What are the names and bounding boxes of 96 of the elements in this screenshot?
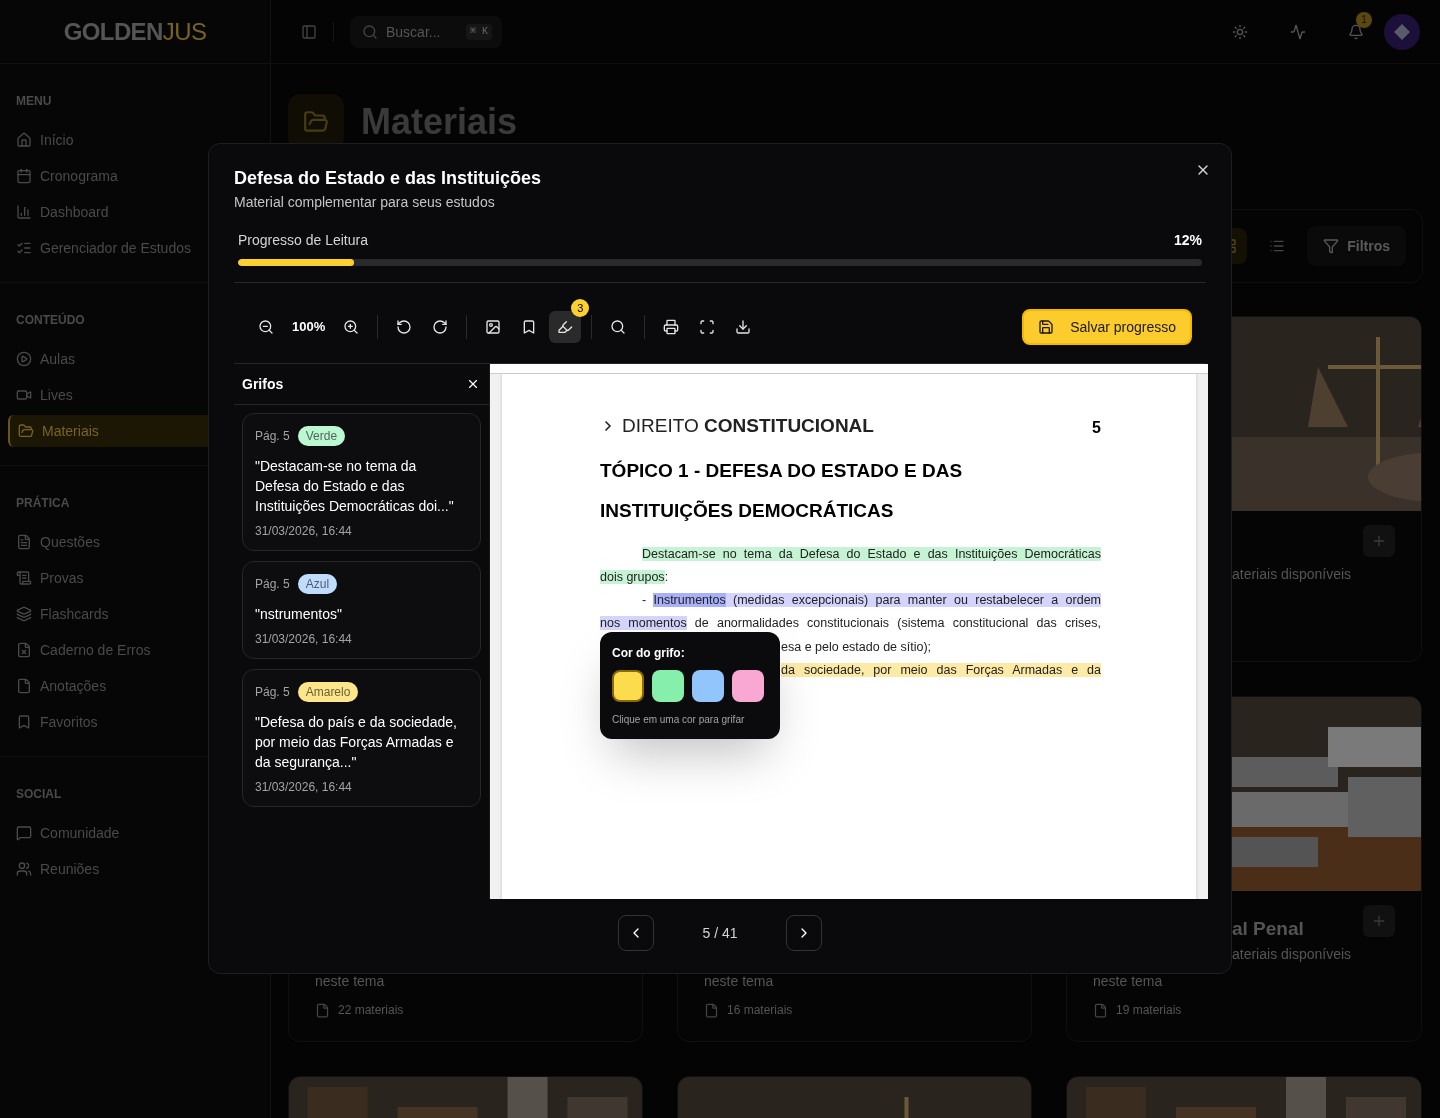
highlight-date: 31/03/2026, 16:44 bbox=[255, 523, 353, 540]
zoom-out-icon bbox=[258, 319, 274, 335]
color-tag: Amarelo bbox=[297, 682, 359, 702]
folder-icon bbox=[18, 423, 34, 439]
color-swatch[interactable] bbox=[612, 669, 644, 702]
material-count: 19 materiais bbox=[1116, 1002, 1182, 1019]
chat-icon bbox=[16, 825, 32, 841]
highlight-card[interactable]: Pág. 5 Azul "nstrumentos" 31/03/2026, 16:44 bbox=[242, 561, 481, 659]
logo: GOLDENJUS bbox=[63, 16, 207, 47]
color-swatch[interactable] bbox=[692, 669, 724, 702]
document-icon bbox=[16, 534, 32, 550]
bookmark-icon bbox=[16, 714, 32, 730]
page-indicator: 5 / 41 bbox=[702, 923, 738, 943]
document-text-line: esa e pelo estado de sítio); bbox=[781, 638, 933, 656]
search-icon bbox=[610, 319, 627, 335]
file-icon bbox=[16, 678, 32, 694]
home-icon bbox=[16, 132, 32, 148]
card-subtitle: neste tema bbox=[1093, 973, 1164, 989]
card-subtitle: ateriais disponíveis bbox=[1232, 945, 1353, 964]
section-label: CONTEÚDO bbox=[15, 311, 86, 329]
next-page-button[interactable] bbox=[785, 915, 822, 951]
download-icon bbox=[735, 319, 752, 335]
notification-count: 1 bbox=[1356, 11, 1372, 28]
list-icon bbox=[1269, 238, 1286, 254]
file-icon bbox=[315, 1002, 330, 1018]
avatar[interactable] bbox=[1384, 13, 1420, 50]
calendar-icon bbox=[16, 168, 32, 184]
activity-icon[interactable] bbox=[1290, 23, 1306, 40]
rotate-left-icon bbox=[396, 319, 413, 335]
dialog-subtitle: Material complementar para seus estudos bbox=[234, 193, 496, 212]
file-x-icon bbox=[16, 642, 32, 658]
fullscreen-icon bbox=[699, 319, 716, 335]
filter-icon bbox=[1323, 238, 1340, 254]
highlight-card[interactable]: Pág. 5 Amarelo "Defesa do país e da sociedade, por meio das Forças Armadas e da segurança..." 31/03/2026, 16:44 bbox=[242, 669, 481, 807]
section-header: DIREITO CONSTITUCIONAL bbox=[600, 412, 874, 441]
document-heading: TÓPICO 1 - DEFESA DO ESTADO E DAS bbox=[600, 458, 964, 483]
rotate-right-icon bbox=[432, 319, 449, 335]
nav-item[interactable]: Aulas bbox=[8, 343, 262, 375]
image-icon bbox=[485, 319, 502, 335]
save-progress-button[interactable]: Salvar progresso bbox=[1022, 309, 1192, 345]
card-subtitle: ateriais disponíveis bbox=[1232, 565, 1353, 584]
highlight-quote: "Destacam-se no tema da Defesa do Estado e das Instituições Democráticas doi..." bbox=[255, 457, 455, 516]
zoom-in-icon bbox=[343, 319, 360, 335]
page-label: Pág. 5 bbox=[255, 684, 290, 701]
color-swatch[interactable] bbox=[732, 669, 764, 702]
material-count: 22 materiais bbox=[338, 1002, 404, 1019]
search-icon bbox=[362, 23, 378, 40]
checklist-icon bbox=[16, 240, 32, 256]
color-tag: Azul bbox=[297, 574, 338, 594]
play-icon bbox=[16, 351, 32, 367]
section-label: MENU bbox=[15, 93, 53, 110]
nav-item[interactable]: Início bbox=[8, 124, 262, 156]
progress-percent: 12% bbox=[1173, 231, 1202, 250]
popup-title: Cor do grifo: bbox=[612, 644, 686, 662]
progress-label: Progresso de Leitura bbox=[238, 231, 368, 250]
plus-icon bbox=[1371, 913, 1387, 929]
previous-page-button[interactable] bbox=[618, 915, 655, 951]
nav-item[interactable]: Reuniões bbox=[8, 853, 262, 885]
panel-title: Grifos bbox=[242, 374, 284, 394]
scroll-icon bbox=[16, 570, 32, 586]
highlight-quote: "Defesa do país e da sociedade, por meio das Forças Armadas e da segurança..." bbox=[255, 713, 458, 772]
bar-chart-icon bbox=[16, 204, 32, 220]
page-number: 5 bbox=[1092, 418, 1101, 439]
card-subtitle: neste tema bbox=[315, 973, 386, 989]
popup-hint: Clique em uma cor para grifar bbox=[612, 712, 746, 727]
sidebar-toggle-icon[interactable] bbox=[301, 23, 317, 40]
page-label: Pág. 5 bbox=[255, 576, 290, 593]
video-camera-icon bbox=[16, 387, 32, 403]
card-title: al Penal bbox=[1232, 917, 1305, 941]
layers-icon bbox=[16, 606, 32, 622]
file-icon bbox=[1093, 1002, 1108, 1018]
file-icon bbox=[704, 1002, 719, 1018]
zoom-level: 100% bbox=[292, 318, 326, 337]
save-icon bbox=[1038, 319, 1055, 335]
material-count: 16 materiais bbox=[727, 1002, 793, 1019]
close-icon bbox=[466, 377, 480, 391]
highlight-quote: "nstrumentos" bbox=[255, 605, 343, 624]
document-heading: INSTITUIÇÕES DEMOCRÁTICAS bbox=[600, 498, 895, 523]
plus-icon bbox=[1371, 533, 1387, 549]
highlighter-icon bbox=[557, 319, 574, 335]
sun-icon[interactable] bbox=[1232, 23, 1248, 40]
document-text-line: dois grupos: bbox=[600, 568, 670, 586]
dialog-title: Defesa do Estado e das Instituições bbox=[234, 167, 542, 190]
highlight-date: 31/03/2026, 16:44 bbox=[255, 779, 353, 796]
color-swatch[interactable] bbox=[652, 669, 684, 702]
users-icon bbox=[16, 861, 32, 877]
filter-button[interactable]: Filtros bbox=[1307, 226, 1406, 266]
highlighter-button[interactable] bbox=[549, 311, 582, 343]
card-subtitle: neste tema bbox=[704, 973, 775, 989]
notification-bell-icon[interactable] bbox=[1348, 23, 1364, 40]
printer-icon bbox=[663, 319, 680, 335]
color-tag: Verde bbox=[297, 426, 346, 446]
highlight-card[interactable]: Pág. 5 Verde "Destacam-se no tema da Defesa do Estado e das Instituições Democráticas doi..." 31/03/2026, 16:44 bbox=[242, 413, 481, 551]
highlight-count: 3 bbox=[571, 299, 590, 317]
highlight-date: 31/03/2026, 16:44 bbox=[255, 631, 353, 648]
nav-item[interactable]: Comunidade bbox=[8, 817, 262, 849]
